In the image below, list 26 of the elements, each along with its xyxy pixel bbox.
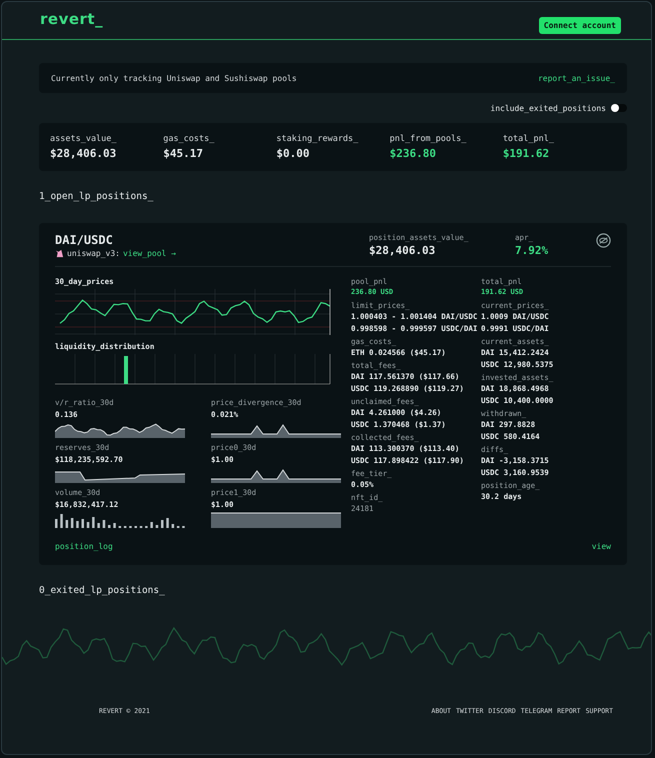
stat-label: gas_costs_: [163, 134, 216, 144]
stat-value: $191.62: [502, 147, 550, 160]
toggle-label: include_exited_positions: [490, 104, 606, 112]
report-issue-link[interactable]: report_an_issue_: [538, 74, 615, 82]
stat-value: $28,406.03: [50, 147, 118, 160]
pair-name: DAI/USDC: [55, 233, 114, 247]
stat-label: assets_value_: [50, 134, 118, 144]
eye-off-icon[interactable]: [596, 233, 611, 248]
stat-label: pnl_from_pools_: [390, 134, 468, 144]
stat-label: total_pnl_: [502, 134, 555, 144]
view-link[interactable]: view: [592, 542, 611, 551]
logo[interactable]: revert_: [40, 10, 104, 28]
stat-label: staking_rewards_: [276, 134, 360, 144]
stat-value: $0.00: [276, 147, 311, 160]
section-title: 0_exited_lp_positions_: [39, 584, 166, 598]
notice-text: Currently only tracking Uniswap and Sushiswap pools: [51, 74, 297, 82]
protocol-name: uniswap_v3:: [67, 249, 120, 258]
connect-account-button[interactable]: Connect account: [538, 17, 621, 34]
metric-value: 7.92%: [515, 244, 550, 257]
stat-value: $45.17: [163, 147, 204, 160]
toggle-switch[interactable]: [611, 104, 627, 112]
view-pool-link[interactable]: view_pool →: [122, 249, 176, 258]
stat-value: $236.80: [390, 147, 437, 160]
section-title: 1_open_lp_positions_: [39, 190, 154, 204]
position-log-link[interactable]: position_log: [55, 542, 113, 551]
metric-value: $28,406.03: [369, 244, 436, 257]
